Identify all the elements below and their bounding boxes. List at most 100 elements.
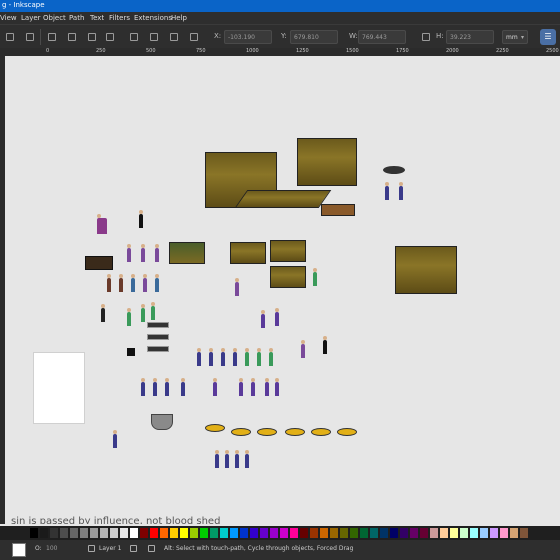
figure-woman-purple[interactable]: [97, 214, 107, 234]
menu-path[interactable]: Path: [69, 14, 84, 22]
room-scene-small[interactable]: [230, 242, 266, 264]
w-field[interactable]: 769.443: [358, 30, 406, 44]
x-field[interactable]: -103.190: [224, 30, 272, 44]
color-swatch[interactable]: [70, 528, 78, 538]
menu-text[interactable]: Text: [90, 14, 104, 22]
forest-scene[interactable]: [169, 242, 205, 264]
figure[interactable]: [127, 244, 131, 262]
figure[interactable]: [165, 378, 169, 396]
plate-graphic[interactable]: [383, 166, 405, 174]
figure[interactable]: [251, 378, 255, 396]
color-swatch[interactable]: [40, 528, 48, 538]
color-swatch[interactable]: [490, 528, 498, 538]
figure[interactable]: [209, 348, 213, 366]
lock-icon[interactable]: [422, 33, 430, 41]
speech-bubble[interactable]: [205, 424, 225, 432]
menu-view[interactable]: View: [0, 14, 17, 22]
figure[interactable]: [131, 274, 135, 292]
color-swatch[interactable]: [230, 528, 238, 538]
figure[interactable]: [235, 278, 239, 296]
figure[interactable]: [385, 182, 389, 200]
select-all-icon[interactable]: [6, 33, 14, 41]
ui-card[interactable]: [147, 322, 169, 328]
color-swatch[interactable]: [200, 528, 208, 538]
commands-bar-button[interactable]: ☰: [540, 29, 556, 45]
raise-to-top-icon[interactable]: [130, 33, 138, 41]
color-swatch[interactable]: [60, 528, 68, 538]
color-swatch[interactable]: [410, 528, 418, 538]
color-swatch[interactable]: [160, 528, 168, 538]
color-swatch[interactable]: [170, 528, 178, 538]
current-layer[interactable]: Layer 1: [99, 545, 121, 552]
menu-object[interactable]: Object: [43, 14, 66, 22]
figure[interactable]: [301, 340, 305, 358]
color-swatch[interactable]: [370, 528, 378, 538]
layer-visibility-icon[interactable]: [88, 545, 95, 552]
figure-dark[interactable]: [139, 210, 143, 228]
color-swatch[interactable]: [80, 528, 88, 538]
speech-bubble[interactable]: [231, 428, 251, 436]
speech-bubble[interactable]: [257, 428, 277, 436]
color-swatch[interactable]: [390, 528, 398, 538]
color-swatch[interactable]: [320, 528, 328, 538]
color-swatch[interactable]: [440, 528, 448, 538]
color-swatch[interactable]: [310, 528, 318, 538]
color-swatch[interactable]: [460, 528, 468, 538]
y-field[interactable]: 679.810: [290, 30, 338, 44]
color-swatch[interactable]: [360, 528, 368, 538]
figure[interactable]: [151, 302, 155, 320]
figure[interactable]: [257, 348, 261, 366]
figure[interactable]: [141, 378, 145, 396]
figure[interactable]: [235, 450, 239, 468]
speech-bubble[interactable]: [337, 428, 357, 436]
figure[interactable]: [275, 308, 279, 326]
figure-black-dress[interactable]: [323, 336, 327, 354]
color-swatch[interactable]: [480, 528, 488, 538]
rotate-ccw-icon[interactable]: [48, 33, 56, 41]
figure[interactable]: [141, 244, 145, 262]
color-swatch[interactable]: [250, 528, 258, 538]
color-swatch[interactable]: [420, 528, 428, 538]
color-swatch[interactable]: [430, 528, 438, 538]
figure[interactable]: [113, 430, 117, 448]
figure[interactable]: [265, 378, 269, 396]
figure[interactable]: [213, 378, 217, 396]
dark-square[interactable]: [127, 348, 135, 356]
flip-vertical-icon[interactable]: [106, 33, 114, 41]
color-swatch[interactable]: [260, 528, 268, 538]
figure[interactable]: [119, 274, 123, 292]
color-swatch[interactable]: [470, 528, 478, 538]
color-swatch[interactable]: [220, 528, 228, 538]
color-swatch[interactable]: [180, 528, 188, 538]
menu-filters[interactable]: Filters: [109, 14, 130, 22]
eye-icon[interactable]: [130, 545, 137, 552]
color-swatch[interactable]: [150, 528, 158, 538]
figure[interactable]: [275, 378, 279, 396]
raise-icon[interactable]: [150, 33, 158, 41]
color-swatch[interactable]: [30, 528, 38, 538]
color-swatch[interactable]: [280, 528, 288, 538]
fill-indicator[interactable]: [12, 543, 26, 557]
color-swatch[interactable]: [140, 528, 148, 538]
figure[interactable]: [107, 274, 111, 292]
color-swatch[interactable]: [300, 528, 308, 538]
color-swatch[interactable]: [450, 528, 458, 538]
figure[interactable]: [269, 348, 273, 366]
figure[interactable]: [233, 348, 237, 366]
figure-skeleton[interactable]: [101, 304, 105, 322]
figure[interactable]: [399, 182, 403, 200]
lock-icon[interactable]: [148, 545, 155, 552]
units-select[interactable]: mm ▾: [502, 30, 528, 44]
flip-horizontal-icon[interactable]: [88, 33, 96, 41]
figure[interactable]: [143, 274, 147, 292]
color-swatch[interactable]: [520, 528, 528, 538]
figure[interactable]: [127, 308, 131, 326]
room-scene-small-2[interactable]: [270, 240, 306, 262]
color-swatch[interactable]: [290, 528, 298, 538]
lower-icon[interactable]: [170, 33, 178, 41]
color-swatch[interactable]: [400, 528, 408, 538]
cart-graphic[interactable]: [85, 256, 113, 270]
color-swatch[interactable]: [350, 528, 358, 538]
select-all-layers-icon[interactable]: [26, 33, 34, 41]
color-swatch[interactable]: [100, 528, 108, 538]
